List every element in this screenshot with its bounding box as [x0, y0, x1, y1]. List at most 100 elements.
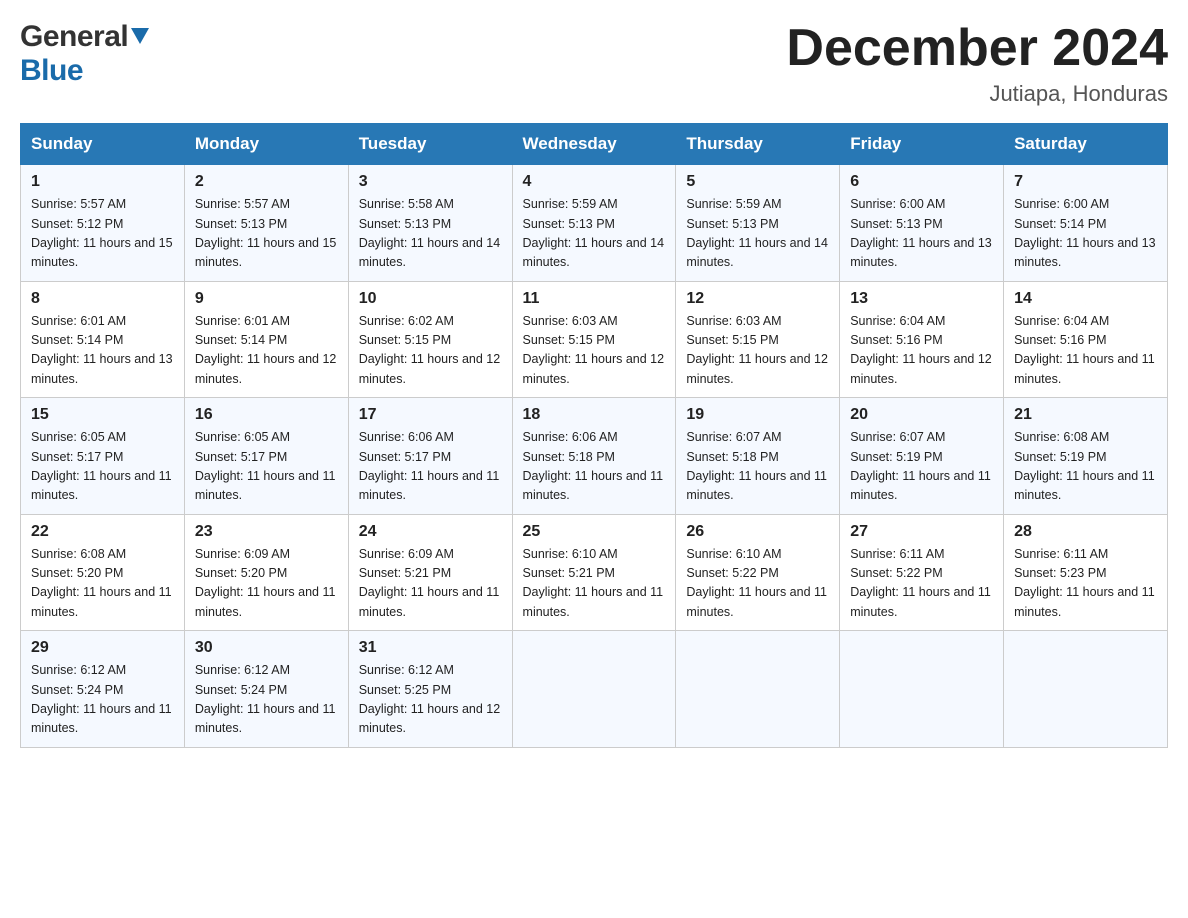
- day-info: Sunrise: 6:06 AMSunset: 5:18 PMDaylight:…: [523, 428, 666, 506]
- calendar-cell: 22Sunrise: 6:08 AMSunset: 5:20 PMDayligh…: [21, 514, 185, 631]
- day-number: 17: [359, 406, 502, 424]
- day-number: 29: [31, 639, 174, 657]
- day-number: 11: [523, 290, 666, 308]
- day-number: 7: [1014, 173, 1157, 191]
- day-number: 28: [1014, 523, 1157, 541]
- day-number: 19: [686, 406, 829, 424]
- day-number: 23: [195, 523, 338, 541]
- day-number: 21: [1014, 406, 1157, 424]
- logo-triangle-icon: [131, 28, 149, 44]
- day-info: Sunrise: 6:03 AMSunset: 5:15 PMDaylight:…: [686, 312, 829, 390]
- calendar-cell: 12Sunrise: 6:03 AMSunset: 5:15 PMDayligh…: [676, 281, 840, 398]
- calendar-cell: 21 Sunrise: 6:08 AMSunset: 5:19 PMDayligh…: [1004, 398, 1168, 515]
- day-info: Sunrise: 6:12 AMSunset: 5:24 PMDaylight:…: [195, 661, 338, 739]
- calendar-cell: 17 Sunrise: 6:06 AMSunset: 5:17 PMDayligh…: [348, 398, 512, 515]
- day-info: Sunrise: 6:11 AMSunset: 5:22 PMDaylight:…: [850, 545, 993, 623]
- calendar-cell: 18Sunrise: 6:06 AMSunset: 5:18 PMDayligh…: [512, 398, 676, 515]
- day-info: Sunrise: 6:08 AMSunset: 5:20 PMDaylight:…: [31, 545, 174, 623]
- calendar-cell: 13 Sunrise: 6:04 AMSunset: 5:16 PMDayligh…: [840, 281, 1004, 398]
- day-info: Sunrise: 6:09 AMSunset: 5:21 PMDaylight:…: [359, 545, 502, 623]
- calendar-week-row: 15 Sunrise: 6:05 AMSunset: 5:17 PMDayligh…: [21, 398, 1168, 515]
- calendar-cell: [1004, 631, 1168, 748]
- page-header: General Blue December 2024 Jutiapa, Hond…: [20, 20, 1168, 107]
- day-number: 5: [686, 173, 829, 191]
- day-info: Sunrise: 6:06 AMSunset: 5:17 PMDaylight:…: [359, 428, 502, 506]
- calendar-cell: 10Sunrise: 6:02 AMSunset: 5:15 PMDayligh…: [348, 281, 512, 398]
- calendar-week-row: 8 Sunrise: 6:01 AMSunset: 5:14 PMDaylight…: [21, 281, 1168, 398]
- calendar-header-friday: Friday: [840, 124, 1004, 165]
- day-number: 9: [195, 290, 338, 308]
- calendar-cell: [676, 631, 840, 748]
- day-info: Sunrise: 6:12 AMSunset: 5:25 PMDaylight:…: [359, 661, 502, 739]
- day-number: 6: [850, 173, 993, 191]
- calendar-cell: 25 Sunrise: 6:10 AMSunset: 5:21 PMDayligh…: [512, 514, 676, 631]
- calendar-cell: 11 Sunrise: 6:03 AMSunset: 5:15 PMDayligh…: [512, 281, 676, 398]
- day-info: Sunrise: 6:03 AMSunset: 5:15 PMDaylight:…: [523, 312, 666, 390]
- day-info: Sunrise: 6:09 AMSunset: 5:20 PMDaylight:…: [195, 545, 338, 623]
- calendar-cell: 9Sunrise: 6:01 AMSunset: 5:14 PMDaylight…: [184, 281, 348, 398]
- calendar-cell: 29 Sunrise: 6:12 AMSunset: 5:24 PMDayligh…: [21, 631, 185, 748]
- calendar-header-row: SundayMondayTuesdayWednesdayThursdayFrid…: [21, 124, 1168, 165]
- calendar-cell: 20Sunrise: 6:07 AMSunset: 5:19 PMDayligh…: [840, 398, 1004, 515]
- calendar-cell: 31Sunrise: 6:12 AMSunset: 5:25 PMDayligh…: [348, 631, 512, 748]
- calendar-cell: 3Sunrise: 5:58 AMSunset: 5:13 PMDaylight…: [348, 165, 512, 282]
- day-info: Sunrise: 5:59 AMSunset: 5:13 PMDaylight:…: [523, 195, 666, 273]
- day-info: Sunrise: 6:10 AMSunset: 5:21 PMDaylight:…: [523, 545, 666, 623]
- calendar-week-row: 29 Sunrise: 6:12 AMSunset: 5:24 PMDayligh…: [21, 631, 1168, 748]
- day-info: Sunrise: 6:00 AMSunset: 5:14 PMDaylight:…: [1014, 195, 1157, 273]
- calendar-cell: [840, 631, 1004, 748]
- calendar-header-monday: Monday: [184, 124, 348, 165]
- day-number: 4: [523, 173, 666, 191]
- calendar-cell: 24Sunrise: 6:09 AMSunset: 5:21 PMDayligh…: [348, 514, 512, 631]
- calendar-cell: 8 Sunrise: 6:01 AMSunset: 5:14 PMDaylight…: [21, 281, 185, 398]
- calendar-header-sunday: Sunday: [21, 124, 185, 165]
- calendar-cell: [512, 631, 676, 748]
- day-number: 3: [359, 173, 502, 191]
- calendar-cell: 7 Sunrise: 6:00 AMSunset: 5:14 PMDaylight…: [1004, 165, 1168, 282]
- day-info: Sunrise: 6:07 AMSunset: 5:19 PMDaylight:…: [850, 428, 993, 506]
- logo-blue-text: Blue: [20, 54, 83, 88]
- day-number: 2: [195, 173, 338, 191]
- day-info: Sunrise: 6:04 AMSunset: 5:16 PMDaylight:…: [850, 312, 993, 390]
- day-number: 25: [523, 523, 666, 541]
- calendar-cell: 27 Sunrise: 6:11 AMSunset: 5:22 PMDayligh…: [840, 514, 1004, 631]
- day-number: 8: [31, 290, 174, 308]
- day-info: Sunrise: 6:12 AMSunset: 5:24 PMDaylight:…: [31, 661, 174, 739]
- day-info: Sunrise: 5:57 AMSunset: 5:13 PMDaylight:…: [195, 195, 338, 273]
- day-number: 30: [195, 639, 338, 657]
- logo-general-text: General: [20, 20, 128, 54]
- day-number: 27: [850, 523, 993, 541]
- calendar-cell: 19 Sunrise: 6:07 AMSunset: 5:18 PMDayligh…: [676, 398, 840, 515]
- day-info: Sunrise: 6:05 AMSunset: 5:17 PMDaylight:…: [31, 428, 174, 506]
- calendar-cell: 26 Sunrise: 6:10 AMSunset: 5:22 PMDayligh…: [676, 514, 840, 631]
- day-number: 15: [31, 406, 174, 424]
- calendar-cell: 6 Sunrise: 6:00 AMSunset: 5:13 PMDaylight…: [840, 165, 1004, 282]
- day-info: Sunrise: 5:57 AMSunset: 5:12 PMDaylight:…: [31, 195, 174, 273]
- day-number: 13: [850, 290, 993, 308]
- calendar-header-saturday: Saturday: [1004, 124, 1168, 165]
- calendar-cell: 4 Sunrise: 5:59 AMSunset: 5:13 PMDaylight…: [512, 165, 676, 282]
- day-info: Sunrise: 5:59 AMSunset: 5:13 PMDaylight:…: [686, 195, 829, 273]
- calendar-cell: 14Sunrise: 6:04 AMSunset: 5:16 PMDayligh…: [1004, 281, 1168, 398]
- calendar-cell: 1 Sunrise: 5:57 AMSunset: 5:12 PMDaylight…: [21, 165, 185, 282]
- day-number: 14: [1014, 290, 1157, 308]
- calendar-cell: 5 Sunrise: 5:59 AMSunset: 5:13 PMDaylight…: [676, 165, 840, 282]
- day-info: Sunrise: 6:05 AMSunset: 5:17 PMDaylight:…: [195, 428, 338, 506]
- day-number: 26: [686, 523, 829, 541]
- month-title: December 2024: [786, 20, 1168, 77]
- calendar-header-thursday: Thursday: [676, 124, 840, 165]
- day-info: Sunrise: 6:08 AMSunset: 5:19 PMDaylight:…: [1014, 428, 1157, 506]
- day-info: Sunrise: 6:01 AMSunset: 5:14 PMDaylight:…: [31, 312, 174, 390]
- calendar-header-tuesday: Tuesday: [348, 124, 512, 165]
- location-label: Jutiapa, Honduras: [786, 81, 1168, 107]
- calendar-cell: 2 Sunrise: 5:57 AMSunset: 5:13 PMDaylight…: [184, 165, 348, 282]
- day-number: 16: [195, 406, 338, 424]
- calendar-cell: 16 Sunrise: 6:05 AMSunset: 5:17 PMDayligh…: [184, 398, 348, 515]
- day-info: Sunrise: 6:02 AMSunset: 5:15 PMDaylight:…: [359, 312, 502, 390]
- day-number: 1: [31, 173, 174, 191]
- day-info: Sunrise: 6:10 AMSunset: 5:22 PMDaylight:…: [686, 545, 829, 623]
- day-info: Sunrise: 6:00 AMSunset: 5:13 PMDaylight:…: [850, 195, 993, 273]
- calendar-header-wednesday: Wednesday: [512, 124, 676, 165]
- day-info: Sunrise: 6:07 AMSunset: 5:18 PMDaylight:…: [686, 428, 829, 506]
- title-section: December 2024 Jutiapa, Honduras: [786, 20, 1168, 107]
